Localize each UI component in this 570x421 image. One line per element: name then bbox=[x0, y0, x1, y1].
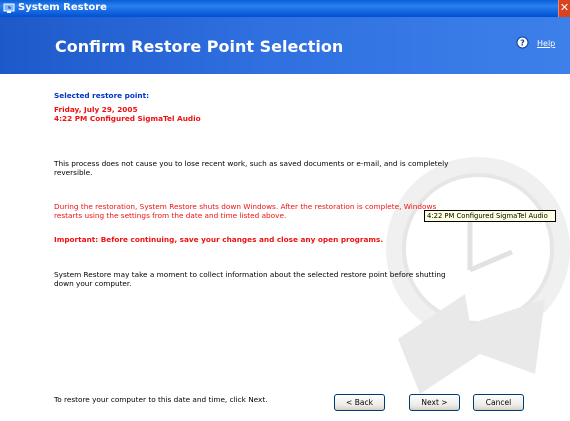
svg-text:?: ? bbox=[520, 39, 525, 48]
close-button[interactable]: ✕ bbox=[558, 0, 570, 17]
shutdown-warning-line-1: During the restoration, System Restore s… bbox=[54, 202, 437, 211]
collect-info-text-line-2: down your computer. bbox=[54, 279, 132, 288]
back-button[interactable]: < Back bbox=[334, 394, 385, 411]
help-icon[interactable]: ? bbox=[516, 36, 529, 49]
system-restore-app-icon bbox=[3, 3, 15, 13]
info-text-line-2: reversible. bbox=[54, 168, 93, 177]
footer-instruction: To restore your computer to this date an… bbox=[54, 395, 268, 404]
restore-point-description: 4:22 PM Configured SigmaTel Audio bbox=[54, 114, 201, 123]
main-content: Selected restore point: Friday, July 29,… bbox=[0, 74, 570, 421]
clock-watermark-icon bbox=[386, 157, 570, 394]
header-banner: Confirm Restore Point Selection ? Help bbox=[0, 17, 570, 74]
next-button[interactable]: Next > bbox=[409, 394, 460, 411]
cancel-button[interactable]: Cancel bbox=[473, 394, 524, 411]
close-icon: ✕ bbox=[559, 1, 570, 14]
important-warning: Important: Before continuing, save your … bbox=[54, 235, 384, 244]
title-bar[interactable]: System Restore ✕ bbox=[0, 0, 570, 17]
selected-restore-point-label: Selected restore point: bbox=[54, 91, 149, 100]
restore-point-tooltip: 4:22 PM Configured SigmaTel Audio bbox=[424, 210, 556, 222]
page-title: Confirm Restore Point Selection bbox=[55, 37, 344, 56]
restore-point-date: Friday, July 29, 2005 bbox=[54, 105, 138, 114]
window-title: System Restore bbox=[18, 2, 107, 13]
system-restore-window: System Restore ✕ Confirm Restore Point S… bbox=[0, 0, 570, 421]
collect-info-text-line-1: System Restore may take a moment to coll… bbox=[54, 270, 446, 279]
info-text-line-1: This process does not cause you to lose … bbox=[54, 159, 449, 168]
help-link[interactable]: Help bbox=[537, 39, 555, 48]
shutdown-warning-line-2: restarts using the settings from the dat… bbox=[54, 211, 287, 220]
